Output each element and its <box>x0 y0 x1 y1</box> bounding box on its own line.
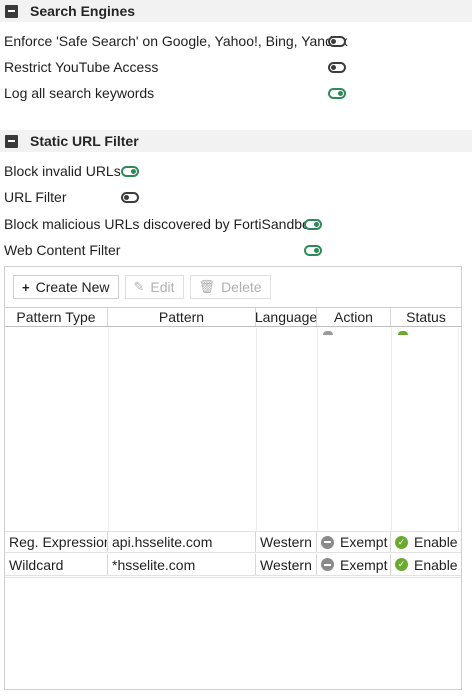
column-divider <box>256 328 257 532</box>
option-block-malicious-urls: Block malicious URLs discovered by Forti… <box>4 214 317 234</box>
action-label: Exempt <box>340 534 388 550</box>
safe-search-toggle[interactable] <box>328 36 346 47</box>
delete-button[interactable]: 🗑 Delete <box>189 275 271 299</box>
section-header-search-engines[interactable]: Search Engines <box>0 0 472 22</box>
section-header-static-url-filter[interactable]: Static URL Filter <box>0 130 472 152</box>
option-label: Restrict YouTube Access <box>4 59 159 75</box>
create-new-label: Create New <box>35 279 110 295</box>
create-new-button[interactable]: + Create New <box>13 275 119 299</box>
edit-button[interactable]: ✎ Edit <box>124 275 184 299</box>
scrollbar-track[interactable] <box>458 328 459 532</box>
option-label: Block malicious URLs discovered by Forti… <box>4 216 317 232</box>
table-toolbar: + Create New ✎ Edit 🗑 Delete <box>13 275 271 299</box>
table-row[interactable]: Reg. Expression api.hsselite.com Western… <box>5 531 461 553</box>
exempt-icon <box>321 558 334 571</box>
action-cell: Exempt <box>317 532 391 552</box>
pattern-cell: api.hsselite.com <box>108 532 256 552</box>
action-cell: Exempt <box>317 554 391 575</box>
option-restrict-youtube: Restrict YouTube Access <box>4 57 158 77</box>
block-malicious-urls-toggle[interactable] <box>304 219 322 230</box>
option-block-invalid-urls: Block invalid URLs <box>4 161 121 181</box>
option-web-content-filter: Web Content Filter <box>4 240 120 260</box>
pattern-type-cell: Wildcard <box>5 554 108 575</box>
edit-label: Edit <box>150 279 175 295</box>
language-cell: Western <box>256 554 317 575</box>
column-divider <box>317 328 318 532</box>
option-label: Enforce 'Safe Search' on Google, Yahoo!,… <box>4 33 348 49</box>
option-label: Block invalid URLs <box>4 163 121 179</box>
block-invalid-urls-toggle[interactable] <box>121 166 139 177</box>
option-label: Log all search keywords <box>4 85 155 101</box>
column-header-language[interactable]: Language <box>256 308 317 326</box>
status-cell: ✓ Enable <box>391 554 461 575</box>
restrict-youtube-toggle[interactable] <box>328 62 346 73</box>
row-divider <box>5 577 461 578</box>
status-label: Enable <box>414 556 458 573</box>
pattern-cell: *hsselite.com <box>108 554 256 575</box>
column-header-pattern-type[interactable]: Pattern Type <box>5 308 108 326</box>
section-title: Static URL Filter <box>30 133 139 149</box>
status-label: Enable <box>414 534 458 550</box>
collapse-icon[interactable] <box>5 134 18 148</box>
option-url-filter: URL Filter <box>4 187 67 207</box>
section-title: Search Engines <box>30 3 136 19</box>
trash-icon: 🗑 <box>198 279 216 294</box>
pencil-icon: ✎ <box>133 279 145 294</box>
column-header-pattern[interactable]: Pattern <box>108 308 256 326</box>
option-label: URL Filter <box>4 189 67 205</box>
option-label: Web Content Filter <box>4 242 121 258</box>
language-cell: Western <box>256 532 317 552</box>
url-filter-toggle[interactable] <box>121 192 139 203</box>
column-header-status[interactable]: Status <box>391 308 461 326</box>
web-content-filter-toggle[interactable] <box>304 245 322 256</box>
plus-icon: + <box>22 279 30 295</box>
collapse-icon[interactable] <box>5 4 18 18</box>
table-row[interactable]: Wildcard *hsselite.com Western Exempt ✓ … <box>5 554 461 576</box>
column-divider <box>108 328 109 532</box>
column-header-action[interactable]: Action <box>317 308 391 326</box>
delete-label: Delete <box>221 279 262 295</box>
table-header: Pattern Type Pattern Language Action Sta… <box>5 307 461 327</box>
pattern-table: Pattern Type Pattern Language Action Sta… <box>5 307 461 327</box>
log-keywords-toggle[interactable] <box>328 88 346 99</box>
web-content-filter-panel: + Create New ✎ Edit 🗑 Delete Pattern Typ… <box>4 266 462 690</box>
column-divider <box>391 328 392 532</box>
option-safe-search: Enforce 'Safe Search' on Google, Yahoo!,… <box>4 31 348 51</box>
status-cell: ✓ Enable <box>391 532 461 552</box>
exempt-icon <box>321 535 334 549</box>
action-label: Exempt <box>340 556 388 573</box>
pattern-type-cell: Reg. Expression <box>5 532 108 552</box>
table-scroll-area[interactable] <box>5 328 461 532</box>
option-log-keywords: Log all search keywords <box>4 83 154 103</box>
check-icon: ✓ <box>395 535 408 549</box>
check-icon: ✓ <box>395 558 408 571</box>
